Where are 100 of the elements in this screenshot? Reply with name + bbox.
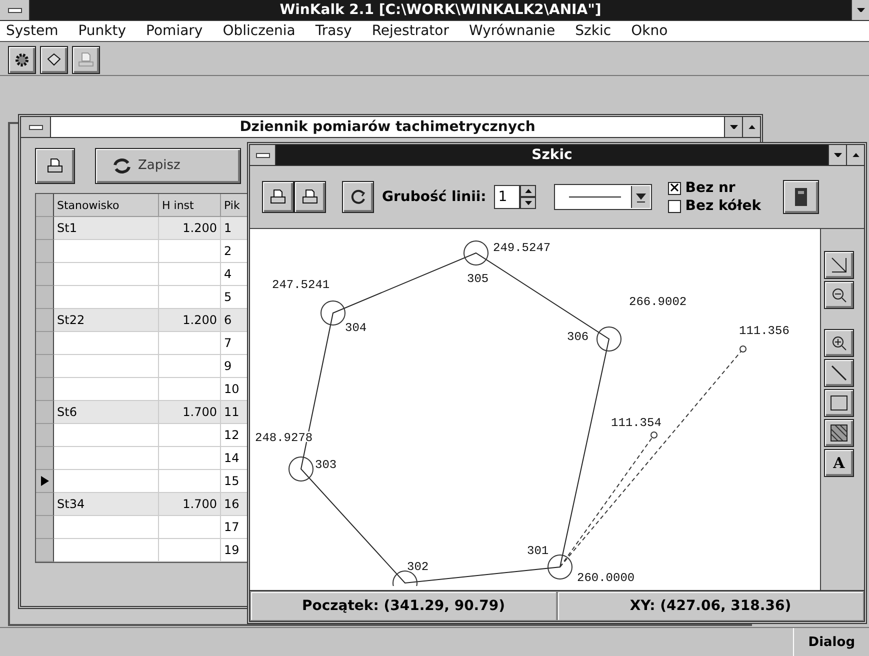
row-indicator[interactable] bbox=[36, 470, 54, 493]
menu-item[interactable]: System bbox=[6, 23, 58, 39]
table-cell: St1 bbox=[54, 217, 159, 240]
rectangle-tool-button[interactable] bbox=[824, 389, 854, 417]
menu-item[interactable]: Wyrównanie bbox=[468, 23, 556, 39]
row-indicator[interactable] bbox=[36, 217, 54, 240]
document-icon bbox=[77, 51, 95, 69]
line-icon bbox=[830, 364, 848, 382]
point-number: 302 bbox=[407, 560, 429, 574]
menu-item[interactable]: Punkty bbox=[78, 23, 126, 39]
row-indicator[interactable] bbox=[36, 424, 54, 447]
current-row-icon bbox=[40, 476, 48, 486]
row-indicator[interactable] bbox=[36, 240, 54, 263]
system-menu-box[interactable] bbox=[250, 145, 276, 165]
row-indicator[interactable] bbox=[36, 378, 54, 401]
down-arrow-icon bbox=[524, 200, 532, 206]
point-value: 249.5247 bbox=[493, 241, 551, 255]
spin-up-button[interactable] bbox=[520, 185, 536, 197]
line-style-dropdown[interactable] bbox=[554, 184, 652, 210]
point-number: 304 bbox=[345, 321, 367, 335]
station-circle bbox=[320, 300, 346, 326]
window-title: WinKalk 2.1 [C:\WORK\WINKALK2\ANIA"] bbox=[278, 2, 602, 18]
menu-item[interactable]: Pomiary bbox=[146, 23, 203, 39]
table-cell bbox=[159, 263, 221, 286]
refresh-icon bbox=[349, 188, 367, 206]
table-cell: St6 bbox=[54, 401, 159, 424]
row-indicator[interactable] bbox=[36, 309, 54, 332]
row-indicator[interactable] bbox=[36, 355, 54, 378]
door-icon bbox=[794, 187, 808, 207]
station-circle bbox=[596, 326, 622, 352]
redraw-button[interactable] bbox=[342, 181, 374, 213]
row-indicator[interactable] bbox=[36, 286, 54, 309]
down-arrow-icon bbox=[834, 152, 842, 158]
spin-down-button[interactable] bbox=[520, 197, 536, 209]
system-menu-box[interactable] bbox=[0, 0, 30, 20]
checkbox-label: Bez kółek bbox=[685, 198, 762, 214]
zoom-in-button[interactable] bbox=[824, 329, 854, 357]
down-arrow-icon bbox=[856, 8, 864, 12]
minimize-button[interactable] bbox=[828, 145, 846, 165]
station-circle bbox=[464, 240, 488, 266]
minimize-button[interactable] bbox=[851, 0, 869, 20]
maximize-button[interactable] bbox=[846, 145, 864, 165]
text-tool-button[interactable]: A bbox=[824, 449, 854, 477]
point-value: 260.0000 bbox=[577, 571, 635, 585]
status-field: XY: (427.06, 318.36) bbox=[557, 591, 864, 621]
point-value: 111.354 bbox=[611, 416, 662, 430]
save-button[interactable]: Zapisz bbox=[95, 148, 242, 184]
menu-item[interactable]: Szkic bbox=[575, 23, 612, 39]
row-indicator[interactable] bbox=[36, 332, 54, 355]
menu-item[interactable]: Trasy bbox=[315, 23, 352, 39]
toolbar-button[interactable] bbox=[72, 46, 100, 74]
line-width-field[interactable]: 1 bbox=[494, 185, 520, 209]
maximize-button[interactable] bbox=[742, 117, 760, 137]
row-indicator[interactable] bbox=[36, 493, 54, 516]
station-circle bbox=[548, 554, 572, 580]
table-cell bbox=[159, 447, 221, 470]
zoom-out-icon bbox=[830, 286, 848, 304]
point-number: 305 bbox=[467, 272, 489, 286]
menu-item[interactable]: Obliczenia bbox=[222, 23, 296, 39]
rectangle-icon bbox=[830, 394, 848, 412]
checkbox-label: Bez nr bbox=[685, 180, 736, 196]
zoom-out-button[interactable] bbox=[824, 281, 854, 309]
table-cell bbox=[159, 470, 221, 493]
toolbar-button[interactable] bbox=[40, 46, 68, 74]
checkbox[interactable] bbox=[668, 182, 682, 194]
row-indicator[interactable] bbox=[36, 447, 54, 470]
table-cell bbox=[159, 240, 221, 263]
hatch-icon bbox=[830, 424, 848, 442]
station-circle bbox=[288, 456, 314, 482]
table-cell bbox=[159, 355, 221, 378]
menu-item[interactable]: Okno bbox=[631, 23, 668, 39]
hatch-tool-button[interactable] bbox=[824, 419, 854, 447]
row-indicator[interactable] bbox=[36, 539, 54, 562]
status-text: Dialog bbox=[793, 628, 869, 656]
header-corner bbox=[36, 194, 54, 217]
row-indicator[interactable] bbox=[36, 401, 54, 424]
system-menu-box[interactable] bbox=[21, 117, 51, 137]
up-arrow-icon bbox=[748, 124, 756, 130]
exit-button[interactable] bbox=[783, 180, 820, 214]
menu-item[interactable]: Rejestrator bbox=[372, 23, 449, 39]
point-number: 303 bbox=[315, 458, 337, 472]
checkbox[interactable] bbox=[668, 200, 682, 212]
tool-button[interactable] bbox=[824, 251, 854, 279]
row-indicator[interactable] bbox=[36, 263, 54, 286]
row-indicator[interactable] bbox=[36, 516, 54, 539]
table-cell: 1.200 bbox=[159, 309, 221, 332]
line-tool-button[interactable] bbox=[824, 359, 854, 387]
print-button[interactable] bbox=[262, 181, 294, 213]
table-cell bbox=[159, 332, 221, 355]
print-button[interactable] bbox=[35, 148, 75, 184]
print-button[interactable] bbox=[294, 181, 326, 213]
table-cell: 1.700 bbox=[159, 401, 221, 424]
down-arrow-icon bbox=[730, 124, 738, 130]
toolbar-button[interactable] bbox=[8, 46, 36, 74]
point-marker bbox=[740, 346, 746, 352]
minimize-button[interactable] bbox=[724, 117, 742, 137]
table-cell: 1.200 bbox=[159, 217, 221, 240]
up-arrow-icon bbox=[852, 152, 860, 158]
window-title: Dziennik pomiarów tachimetrycznych bbox=[238, 119, 536, 135]
table-cell: 1.700 bbox=[159, 493, 221, 516]
